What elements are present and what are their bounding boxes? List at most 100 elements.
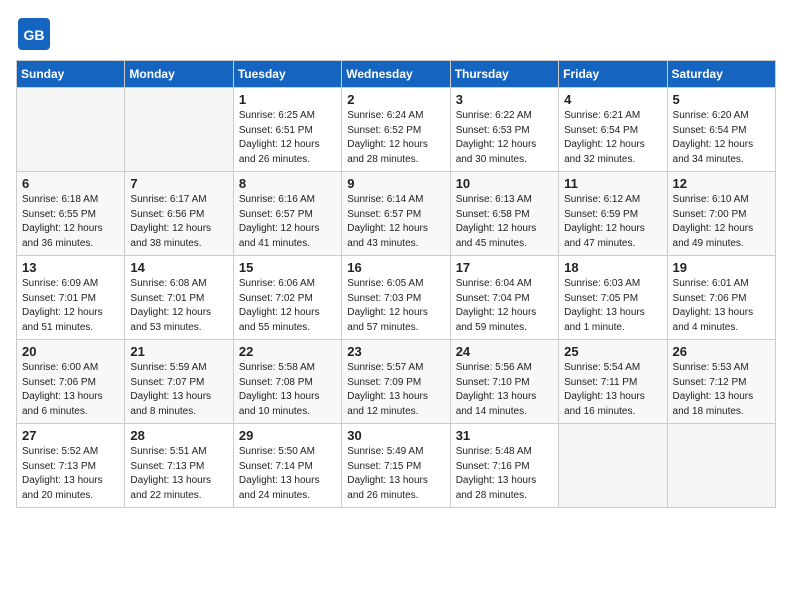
sunset-text: Sunset: 7:12 PM xyxy=(673,377,747,388)
daylight-text: Daylight: 12 hours and 43 minutes. xyxy=(347,223,428,249)
day-number: 19 xyxy=(673,260,770,275)
sunrise-text: Sunrise: 5:54 AM xyxy=(564,362,640,373)
daylight-text: Daylight: 12 hours and 30 minutes. xyxy=(456,139,537,165)
day-number: 20 xyxy=(22,344,119,359)
sunrise-text: Sunrise: 6:21 AM xyxy=(564,110,640,121)
calendar-cell: 16 Sunrise: 6:05 AM Sunset: 7:03 PM Dayl… xyxy=(342,256,450,340)
daylight-text: Daylight: 13 hours and 24 minutes. xyxy=(239,475,320,501)
daylight-text: Daylight: 12 hours and 34 minutes. xyxy=(673,139,754,165)
calendar-cell: 9 Sunrise: 6:14 AM Sunset: 6:57 PM Dayli… xyxy=(342,172,450,256)
calendar-week-row: 13 Sunrise: 6:09 AM Sunset: 7:01 PM Dayl… xyxy=(17,256,776,340)
sunrise-text: Sunrise: 6:08 AM xyxy=(130,278,206,289)
sunset-text: Sunset: 7:09 PM xyxy=(347,377,421,388)
day-header-saturday: Saturday xyxy=(667,61,775,88)
sunset-text: Sunset: 6:58 PM xyxy=(456,209,530,220)
sunrise-text: Sunrise: 6:05 AM xyxy=(347,278,423,289)
daylight-text: Daylight: 13 hours and 14 minutes. xyxy=(456,391,537,417)
daylight-text: Daylight: 12 hours and 32 minutes. xyxy=(564,139,645,165)
day-number: 18 xyxy=(564,260,661,275)
sunset-text: Sunset: 7:15 PM xyxy=(347,461,421,472)
calendar-cell xyxy=(667,424,775,508)
sunset-text: Sunset: 6:52 PM xyxy=(347,125,421,136)
daylight-text: Daylight: 12 hours and 51 minutes. xyxy=(22,307,103,333)
calendar-header-row: SundayMondayTuesdayWednesdayThursdayFrid… xyxy=(17,61,776,88)
daylight-text: Daylight: 12 hours and 36 minutes. xyxy=(22,223,103,249)
sunset-text: Sunset: 7:06 PM xyxy=(673,293,747,304)
daylight-text: Daylight: 13 hours and 22 minutes. xyxy=(130,475,211,501)
sunset-text: Sunset: 6:54 PM xyxy=(673,125,747,136)
sunrise-text: Sunrise: 5:51 AM xyxy=(130,446,206,457)
calendar-cell: 28 Sunrise: 5:51 AM Sunset: 7:13 PM Dayl… xyxy=(125,424,233,508)
sunrise-text: Sunrise: 6:18 AM xyxy=(22,194,98,205)
sunrise-text: Sunrise: 6:20 AM xyxy=(673,110,749,121)
sunset-text: Sunset: 6:59 PM xyxy=(564,209,638,220)
sunrise-text: Sunrise: 5:59 AM xyxy=(130,362,206,373)
day-number: 14 xyxy=(130,260,227,275)
calendar-table: SundayMondayTuesdayWednesdayThursdayFrid… xyxy=(16,60,776,508)
sunrise-text: Sunrise: 6:24 AM xyxy=(347,110,423,121)
day-number: 31 xyxy=(456,428,553,443)
sunset-text: Sunset: 7:03 PM xyxy=(347,293,421,304)
daylight-text: Daylight: 13 hours and 6 minutes. xyxy=(22,391,103,417)
day-number: 15 xyxy=(239,260,336,275)
calendar-cell: 24 Sunrise: 5:56 AM Sunset: 7:10 PM Dayl… xyxy=(450,340,558,424)
sunset-text: Sunset: 7:08 PM xyxy=(239,377,313,388)
sunset-text: Sunset: 7:05 PM xyxy=(564,293,638,304)
sunrise-text: Sunrise: 6:17 AM xyxy=(130,194,206,205)
sunset-text: Sunset: 6:53 PM xyxy=(456,125,530,136)
day-number: 13 xyxy=(22,260,119,275)
calendar-cell: 10 Sunrise: 6:13 AM Sunset: 6:58 PM Dayl… xyxy=(450,172,558,256)
calendar-cell: 13 Sunrise: 6:09 AM Sunset: 7:01 PM Dayl… xyxy=(17,256,125,340)
sunrise-text: Sunrise: 5:58 AM xyxy=(239,362,315,373)
daylight-text: Daylight: 13 hours and 10 minutes. xyxy=(239,391,320,417)
daylight-text: Daylight: 12 hours and 59 minutes. xyxy=(456,307,537,333)
day-number: 5 xyxy=(673,92,770,107)
day-number: 12 xyxy=(673,176,770,191)
day-number: 7 xyxy=(130,176,227,191)
calendar-cell: 15 Sunrise: 6:06 AM Sunset: 7:02 PM Dayl… xyxy=(233,256,341,340)
sunrise-text: Sunrise: 5:56 AM xyxy=(456,362,532,373)
day-header-wednesday: Wednesday xyxy=(342,61,450,88)
day-header-monday: Monday xyxy=(125,61,233,88)
sunrise-text: Sunrise: 6:09 AM xyxy=(22,278,98,289)
sunset-text: Sunset: 7:02 PM xyxy=(239,293,313,304)
sunrise-text: Sunrise: 5:48 AM xyxy=(456,446,532,457)
sunset-text: Sunset: 7:16 PM xyxy=(456,461,530,472)
daylight-text: Daylight: 12 hours and 57 minutes. xyxy=(347,307,428,333)
calendar-week-row: 6 Sunrise: 6:18 AM Sunset: 6:55 PM Dayli… xyxy=(17,172,776,256)
daylight-text: Daylight: 12 hours and 38 minutes. xyxy=(130,223,211,249)
sunset-text: Sunset: 6:56 PM xyxy=(130,209,204,220)
calendar-cell: 19 Sunrise: 6:01 AM Sunset: 7:06 PM Dayl… xyxy=(667,256,775,340)
sunset-text: Sunset: 7:01 PM xyxy=(130,293,204,304)
daylight-text: Daylight: 13 hours and 16 minutes. xyxy=(564,391,645,417)
calendar-cell: 5 Sunrise: 6:20 AM Sunset: 6:54 PM Dayli… xyxy=(667,88,775,172)
daylight-text: Daylight: 12 hours and 49 minutes. xyxy=(673,223,754,249)
day-number: 22 xyxy=(239,344,336,359)
daylight-text: Daylight: 12 hours and 47 minutes. xyxy=(564,223,645,249)
day-number: 17 xyxy=(456,260,553,275)
sunset-text: Sunset: 7:07 PM xyxy=(130,377,204,388)
daylight-text: Daylight: 12 hours and 28 minutes. xyxy=(347,139,428,165)
calendar-cell: 7 Sunrise: 6:17 AM Sunset: 6:56 PM Dayli… xyxy=(125,172,233,256)
daylight-text: Daylight: 13 hours and 18 minutes. xyxy=(673,391,754,417)
sunrise-text: Sunrise: 6:13 AM xyxy=(456,194,532,205)
calendar-cell: 3 Sunrise: 6:22 AM Sunset: 6:53 PM Dayli… xyxy=(450,88,558,172)
calendar-week-row: 20 Sunrise: 6:00 AM Sunset: 7:06 PM Dayl… xyxy=(17,340,776,424)
day-number: 6 xyxy=(22,176,119,191)
calendar-cell: 27 Sunrise: 5:52 AM Sunset: 7:13 PM Dayl… xyxy=(17,424,125,508)
sunrise-text: Sunrise: 5:50 AM xyxy=(239,446,315,457)
daylight-text: Daylight: 13 hours and 8 minutes. xyxy=(130,391,211,417)
svg-text:GB: GB xyxy=(24,27,45,43)
day-number: 24 xyxy=(456,344,553,359)
calendar-cell: 6 Sunrise: 6:18 AM Sunset: 6:55 PM Dayli… xyxy=(17,172,125,256)
daylight-text: Daylight: 13 hours and 4 minutes. xyxy=(673,307,754,333)
sunrise-text: Sunrise: 6:22 AM xyxy=(456,110,532,121)
calendar-cell: 8 Sunrise: 6:16 AM Sunset: 6:57 PM Dayli… xyxy=(233,172,341,256)
daylight-text: Daylight: 13 hours and 12 minutes. xyxy=(347,391,428,417)
day-number: 29 xyxy=(239,428,336,443)
day-number: 11 xyxy=(564,176,661,191)
daylight-text: Daylight: 13 hours and 26 minutes. xyxy=(347,475,428,501)
page-header: GB xyxy=(16,16,776,52)
day-number: 2 xyxy=(347,92,444,107)
logo-icon: GB xyxy=(16,16,52,52)
